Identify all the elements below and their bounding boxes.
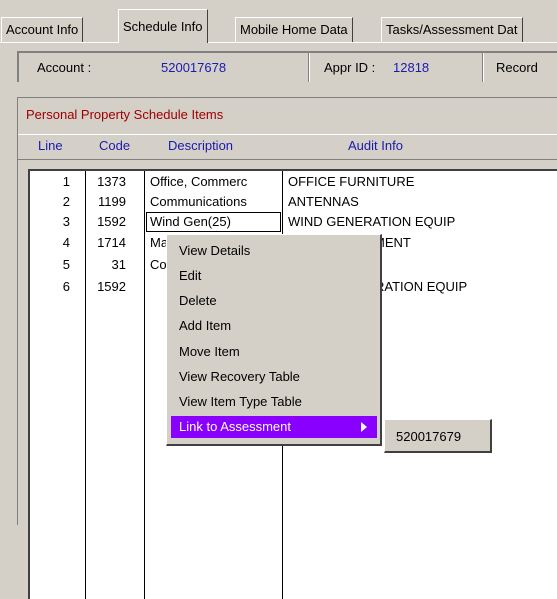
cell-line: 3 — [62, 214, 70, 229]
tab-tasks-assessment[interactable]: Tasks/Assessment Dat — [381, 17, 523, 42]
cell-line: 4 — [62, 235, 70, 250]
submenu: 520017679 — [384, 419, 492, 453]
context-menu: View Details Edit Delete Add Item Move I… — [166, 234, 382, 446]
account-value: 520017678 — [161, 60, 227, 75]
cell-code: 31 — [111, 257, 126, 272]
menu-item-view-details[interactable]: View Details — [171, 240, 377, 262]
menu-item-add-item[interactable]: Add Item — [171, 315, 377, 337]
menu-item-link-to-assessment[interactable]: Link to Assessment — [171, 416, 377, 438]
cell-code: 1199 — [98, 194, 126, 209]
cell-audit-info: OFFICE FURNITURE — [288, 174, 415, 189]
cell-audit-info: RATION EQUIP — [375, 279, 468, 294]
appr-id-value: 12818 — [393, 60, 430, 75]
cell-audit-info: WIND GENERATION EQUIP — [288, 214, 456, 229]
column-header-row: Line Code Description Audit Info — [18, 134, 557, 160]
menu-item-move-item[interactable]: Move Item — [171, 341, 377, 363]
column-header-audit-info[interactable]: Audit Info — [348, 138, 403, 153]
cell-audit-info: ANTENNAS — [288, 194, 359, 209]
cell-line: 2 — [62, 194, 70, 209]
tab-account-info[interactable]: Account Info — [1, 17, 84, 42]
cell-description: Communications — [150, 194, 247, 209]
cell-line: 1 — [62, 174, 70, 189]
cell-line: 6 — [62, 279, 70, 294]
column-header-description[interactable]: Description — [168, 138, 233, 153]
menu-item-view-recovery-table[interactable]: View Recovery Table — [171, 366, 377, 388]
cell-code: 1592 — [97, 214, 126, 229]
cell-description: Wind Gen(25) — [150, 214, 231, 229]
appr-id-label: Appr ID : — [324, 60, 376, 75]
tab-bar: Account Info Schedule Info Mobile Home D… — [0, 0, 557, 44]
menu-item-label: Link to Assessment — [179, 419, 291, 434]
cell-audit-info: MENT — [374, 235, 411, 250]
account-header: Account : 520017678 Appr ID : 12818 Reco… — [17, 51, 557, 82]
tab-mobile-home-data[interactable]: Mobile Home Data — [235, 17, 353, 42]
cell-description: Office, Commerc — [150, 174, 248, 189]
header-divider — [482, 53, 484, 82]
menu-item-edit[interactable]: Edit — [171, 265, 377, 287]
column-header-line[interactable]: Line — [38, 138, 63, 153]
section-title: Personal Property Schedule Items — [26, 107, 224, 122]
column-header-code[interactable]: Code — [99, 138, 130, 153]
tab-schedule-info[interactable]: Schedule Info — [118, 9, 208, 43]
grid-column-divider — [85, 171, 86, 599]
cell-code: 1592 — [97, 279, 126, 294]
record-label: Record — [496, 60, 538, 75]
submenu-item-assessment[interactable]: 520017679 — [396, 429, 461, 444]
menu-item-delete[interactable]: Delete — [171, 290, 377, 312]
cell-line: 5 — [62, 257, 70, 272]
cell-code: 1373 — [97, 174, 126, 189]
cell-code: 1714 — [97, 235, 126, 250]
header-divider — [308, 53, 310, 82]
menu-item-view-item-type-table[interactable]: View Item Type Table — [171, 391, 377, 413]
tab-divider — [0, 42, 557, 43]
account-label: Account : — [37, 60, 92, 75]
submenu-arrow-icon — [361, 422, 367, 432]
grid-column-divider — [144, 171, 145, 599]
